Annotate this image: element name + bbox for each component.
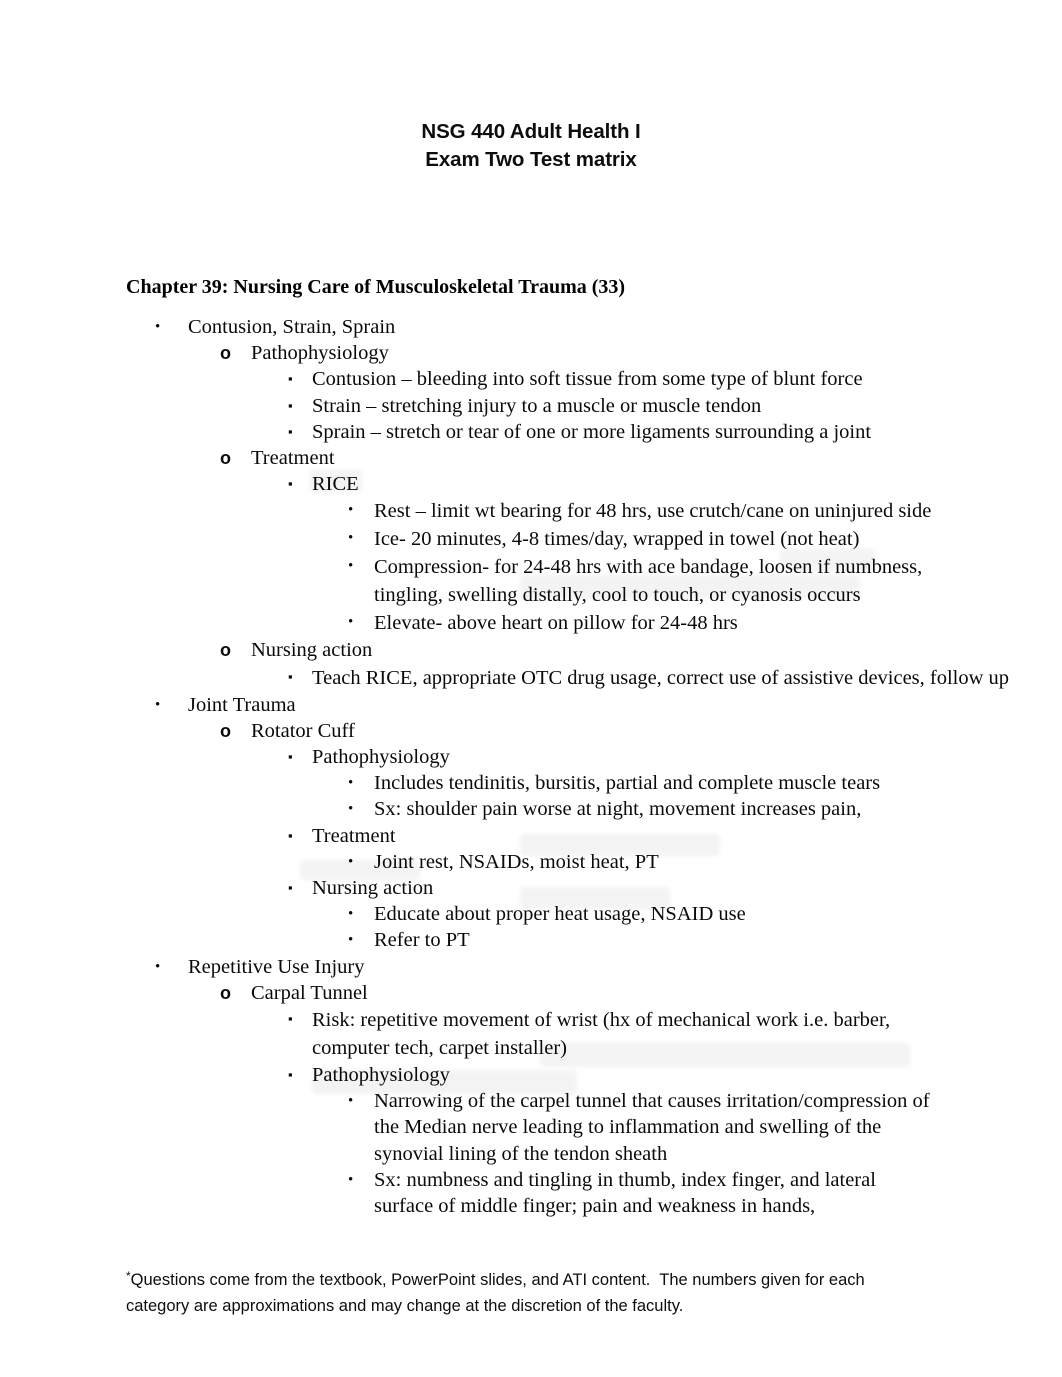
bullet-disc-icon: • bbox=[155, 958, 161, 975]
list-item: ▪ Sprain – stretch or tear of one or mor… bbox=[0, 419, 1062, 445]
bullet-disc-icon: • bbox=[348, 614, 354, 631]
list-item-text: Elevate- above heart on pillow for 24-48… bbox=[374, 612, 738, 635]
bullet-disc-icon: • bbox=[348, 530, 354, 547]
bullet-circle-o-icon: o bbox=[220, 720, 231, 741]
document-page: NSG 440 Adult Health I Exam Two Test mat… bbox=[0, 0, 1062, 1377]
list-item: ▪ Risk: repetitive movement of wrist (hx… bbox=[0, 1006, 1062, 1062]
list-item-text: Risk: repetitive movement of wrist (hx o… bbox=[312, 1009, 896, 1060]
list-item: ▪ Pathophysiology bbox=[0, 1062, 1062, 1088]
bullet-square-icon: ▪ bbox=[288, 1067, 293, 1083]
list-item-text: Carpal Tunnel bbox=[251, 981, 368, 1004]
list-item: • Rest – limit wt bearing for 48 hrs, us… bbox=[0, 497, 1062, 525]
bullet-disc-icon: • bbox=[348, 932, 354, 949]
list-item-text: Rotator Cuff bbox=[251, 719, 355, 742]
list-item: o Rotator Cuff bbox=[0, 718, 1062, 744]
list-item-text: Pathophysiology bbox=[251, 342, 389, 365]
list-item-text: Rest – limit wt bearing for 48 hrs, use … bbox=[374, 500, 932, 523]
list-item-text: Repetitive Use Injury bbox=[188, 955, 365, 978]
bullet-circle-o-icon: o bbox=[220, 448, 231, 469]
bullet-square-icon: ▪ bbox=[288, 827, 293, 843]
outline-body: • Contusion, Strain, Sprain o Pathophysi… bbox=[0, 314, 1062, 1219]
list-item: • Compression- for 24-48 hrs with ace ba… bbox=[0, 553, 1062, 609]
bullet-square-icon: ▪ bbox=[288, 880, 293, 896]
list-item: • Includes tendinitis, bursitis, partial… bbox=[0, 770, 1062, 796]
list-item-text: Sx: numbness and tingling in thumb, inde… bbox=[374, 1168, 882, 1218]
list-item: o Carpal Tunnel bbox=[0, 980, 1062, 1006]
list-item: o Treatment bbox=[0, 445, 1062, 471]
list-item: ▪ Contusion – bleeding into soft tissue … bbox=[0, 366, 1062, 392]
bullet-disc-icon: • bbox=[348, 558, 354, 575]
document-title: NSG 440 Adult Health I Exam Two Test mat… bbox=[0, 118, 1062, 174]
list-item-text: RICE bbox=[312, 473, 359, 496]
bullet-disc-icon: • bbox=[348, 775, 354, 792]
bullet-square-icon: ▪ bbox=[288, 668, 293, 684]
list-item: • Refer to PT bbox=[0, 927, 1062, 953]
list-item-text: Strain – stretching injury to a muscle o… bbox=[312, 394, 762, 417]
list-item-text: Joint rest, NSAIDs, moist heat, PT bbox=[374, 850, 659, 873]
list-item: • Contusion, Strain, Sprain bbox=[0, 314, 1062, 340]
list-item-text: Pathophysiology bbox=[312, 1064, 450, 1087]
list-item-text: Joint Trauma bbox=[188, 693, 296, 716]
list-item-text: Pathophysiology bbox=[312, 746, 450, 769]
bullet-square-icon: ▪ bbox=[288, 371, 293, 387]
list-item-text: Nursing action bbox=[251, 639, 373, 662]
list-item: • Joint Trauma bbox=[0, 692, 1062, 718]
bullet-square-icon: ▪ bbox=[288, 1011, 293, 1027]
list-item: • Sx: numbness and tingling in thumb, in… bbox=[0, 1167, 1062, 1219]
list-item: ▪ RICE bbox=[0, 471, 1062, 497]
footer-note: *Questions come from the textbook, Power… bbox=[126, 1263, 926, 1319]
bullet-disc-icon: • bbox=[348, 502, 354, 519]
list-item: • Ice- 20 minutes, 4-8 times/day, wrappe… bbox=[0, 525, 1062, 553]
list-item-text: Educate about proper heat usage, NSAID u… bbox=[374, 903, 746, 926]
list-item-text: Sx: shoulder pain worse at night, moveme… bbox=[374, 798, 862, 821]
bullet-disc-icon: • bbox=[348, 853, 354, 870]
list-item: o Pathophysiology bbox=[0, 340, 1062, 366]
list-item-text: Ice- 20 minutes, 4-8 times/day, wrapped … bbox=[374, 528, 860, 551]
list-item: • Narrowing of the carpel tunnel that ca… bbox=[0, 1088, 1062, 1167]
list-item: o Nursing action bbox=[0, 637, 1062, 663]
document-title-line-1: NSG 440 Adult Health I bbox=[421, 120, 641, 143]
bullet-disc-icon: • bbox=[155, 696, 161, 713]
document-title-line-2: Exam Two Test matrix bbox=[425, 148, 637, 171]
list-item: ▪ Pathophysiology bbox=[0, 744, 1062, 770]
list-item: • Elevate- above heart on pillow for 24-… bbox=[0, 609, 1062, 637]
bullet-circle-o-icon: o bbox=[220, 343, 231, 364]
list-item-text: Teach RICE, appropriate OTC drug usage, … bbox=[312, 666, 1010, 689]
list-item: • Joint rest, NSAIDs, moist heat, PT bbox=[0, 849, 1062, 875]
chapter-heading: Chapter 39: Nursing Care of Musculoskele… bbox=[126, 276, 626, 298]
list-item-text: Treatment bbox=[312, 824, 396, 847]
bullet-disc-icon: • bbox=[348, 906, 354, 923]
bullet-square-icon: ▪ bbox=[288, 423, 293, 439]
list-item-text: Contusion – bleeding into soft tissue fr… bbox=[312, 368, 863, 391]
list-item-text: Contusion, Strain, Sprain bbox=[188, 316, 396, 338]
bullet-square-icon: ▪ bbox=[288, 397, 293, 413]
bullet-square-icon: ▪ bbox=[288, 476, 293, 492]
list-item: ▪ Strain – stretching injury to a muscle… bbox=[0, 393, 1062, 419]
bullet-circle-o-icon: o bbox=[220, 640, 231, 661]
list-item-text: Treatment bbox=[251, 447, 335, 470]
list-item-text: Includes tendinitis, bursitis, partial a… bbox=[374, 772, 881, 795]
list-item: ▪ Nursing action bbox=[0, 875, 1062, 901]
bullet-disc-icon: • bbox=[348, 801, 354, 818]
list-item-text: Narrowing of the carpel tunnel that caus… bbox=[374, 1090, 935, 1165]
list-item-text: Refer to PT bbox=[374, 929, 470, 952]
list-item-text: Nursing action bbox=[312, 877, 434, 900]
footer-note-text: Questions come from the textbook, PowerP… bbox=[126, 1271, 870, 1315]
list-item: ▪ Treatment bbox=[0, 823, 1062, 849]
list-item: ▪ Teach RICE, appropriate OTC drug usage… bbox=[0, 664, 1062, 692]
list-item: • Educate about proper heat usage, NSAID… bbox=[0, 901, 1062, 927]
list-item-text: Compression- for 24-48 hrs with ace band… bbox=[374, 556, 928, 607]
bullet-square-icon: ▪ bbox=[288, 749, 293, 765]
bullet-disc-icon: • bbox=[348, 1093, 354, 1110]
bullet-disc-icon: • bbox=[348, 1171, 354, 1188]
bullet-disc-icon: • bbox=[155, 319, 161, 335]
list-item: • Repetitive Use Injury bbox=[0, 954, 1062, 980]
bullet-circle-o-icon: o bbox=[220, 982, 231, 1003]
list-item: • Sx: shoulder pain worse at night, move… bbox=[0, 796, 1062, 822]
list-item-text: Sprain – stretch or tear of one or more … bbox=[312, 420, 872, 443]
